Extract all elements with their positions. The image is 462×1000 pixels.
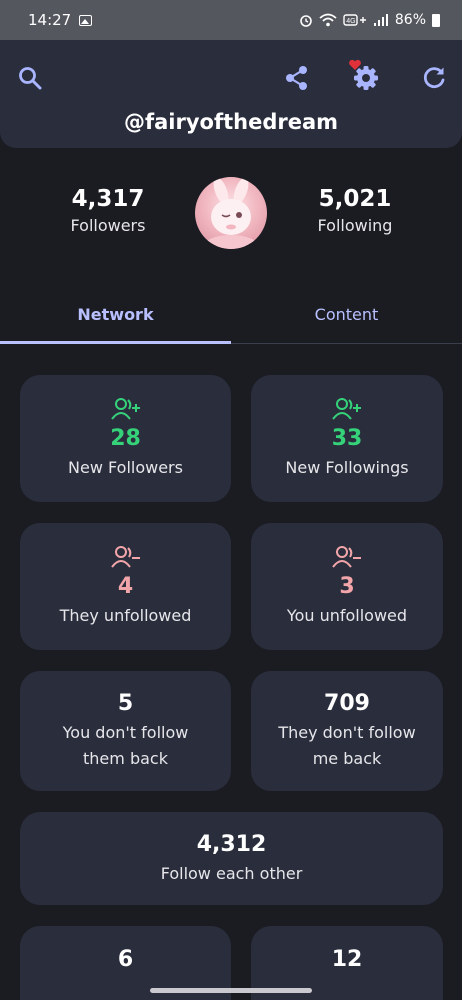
following-count: 5,021 [318,186,392,212]
heart-badge-icon [349,59,361,70]
following-stat[interactable]: 5,021 Following [285,186,425,235]
user-minus-icon [110,545,140,568]
mutual-count: 4,312 [196,831,267,857]
avatar[interactable] [195,177,267,249]
user-plus-icon [332,397,361,420]
card-mutual[interactable]: 4,312 Follow each other [20,812,443,905]
mutual-label: Follow each other [160,863,303,883]
card-new-followings[interactable]: 33 New Followings [251,375,443,502]
card-dont-follow-back[interactable]: 5 You don't follow them back [20,671,231,791]
followers-stat[interactable]: 4,317 Followers [38,186,178,235]
partial-left-count: 6 [117,947,134,972]
tab-network[interactable]: Network [0,292,231,342]
status-right: 4G 86% [299,12,440,28]
new-followers-count: 28 [110,425,141,451]
you-unfollowed-label: You unfollowed [286,605,408,625]
signal-icon [373,14,388,26]
they-dont-follow-label-1: They don't follow [278,723,416,742]
dont-follow-back-label-1: You don't follow [62,723,189,742]
dont-follow-back-count: 5 [117,691,134,716]
status-bar: 14:27 4G 86% [0,0,462,40]
partial-right-count: 12 [331,947,363,972]
they-unfollowed-label: They unfollowed [59,605,192,625]
they-unfollowed-count: 4 [117,573,134,599]
battery-icon [432,13,440,27]
gallery-icon [79,14,93,26]
user-plus-icon [110,397,140,420]
alarm-icon [300,15,312,27]
refresh-icon[interactable] [420,64,448,92]
dont-follow-back-label-2: them back [83,749,168,768]
new-followers-label: New Followers [68,457,183,477]
gesture-nav-bar[interactable] [150,988,312,993]
status-left: 14:27 [28,11,93,29]
search-icon[interactable] [16,64,44,92]
new-followings-label: New Followings [285,457,409,477]
card-new-followers[interactable]: 28 New Followers [20,375,231,502]
they-dont-follow-count: 709 [324,691,370,716]
battery-percent: 86% [394,12,426,28]
followers-count: 4,317 [71,186,145,212]
header: @fairyofthedream [0,40,462,148]
username: @fairyofthedream [123,110,339,134]
svg-text:4G: 4G [346,18,355,25]
tab-indicator [0,341,231,344]
card-they-unfollowed[interactable]: 4 They unfollowed [20,523,231,650]
new-followings-count: 33 [331,425,363,451]
volte-icon: 4G [343,14,366,26]
you-unfollowed-count: 3 [339,573,355,599]
share-icon[interactable] [283,64,311,92]
tab-bar: Network Content [0,292,462,346]
following-label: Following [317,216,393,235]
tab-content[interactable]: Content [231,292,462,342]
followers-label: Followers [70,216,146,235]
card-they-dont-follow[interactable]: 709 They don't follow me back [251,671,443,791]
status-time: 14:27 [28,11,72,29]
user-minus-icon [332,545,361,568]
avatar-image [203,177,259,249]
card-you-unfollowed[interactable]: 3 You unfollowed [251,523,443,650]
wifi-icon [319,13,337,27]
they-dont-follow-label-2: me back [312,749,382,768]
